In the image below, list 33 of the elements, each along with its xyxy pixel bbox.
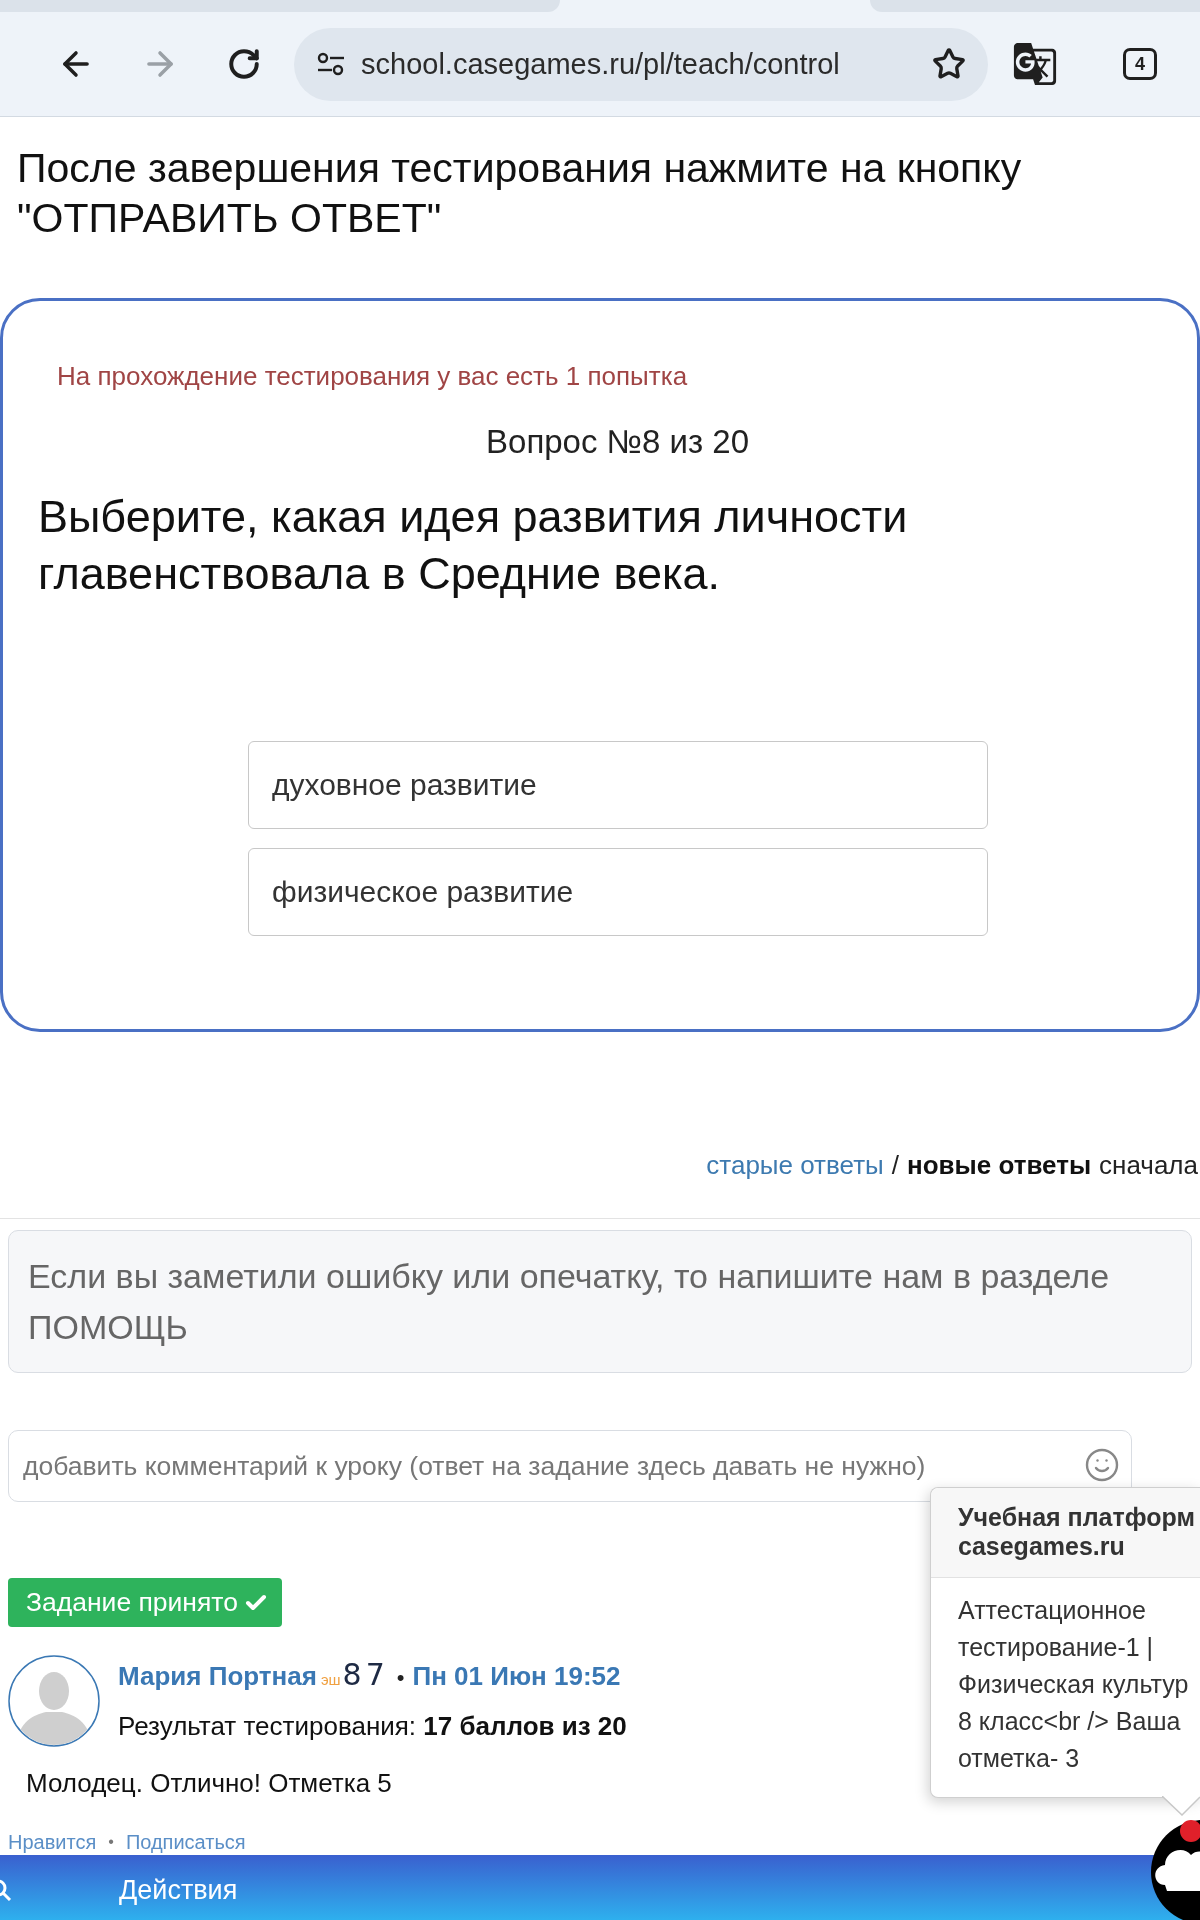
sort-link[interactable]: новые ответы [907, 1150, 1092, 1180]
result-text: Результат тестирования: 17 баллов из 20 [118, 1711, 627, 1741]
tab-count-button[interactable]: 4 [1123, 48, 1157, 80]
sort-link[interactable]: старые ответы [706, 1150, 884, 1180]
smiley-icon[interactable] [1084, 1447, 1120, 1483]
separator-dot-text: • [396, 1664, 405, 1692]
comment-input-field[interactable]: добавить комментарий к уроку (ответ на задание здесь давать не нужно) [8, 1430, 1132, 1502]
separator-text: / [891, 1150, 899, 1180]
question-text: Выберите, какая идея развития личности главенствовала в Средние века. [38, 490, 909, 601]
translate-icon[interactable] [1012, 41, 1058, 87]
url-text[interactable]: school.casegames.ru/pl/teach/control [361, 47, 840, 81]
instruction-text: После завершения тестирования нажмите на кнопку "ОТПРАВИТЬ ОТВЕТ" [16, 144, 1023, 243]
answer-option[interactable]: духовное развитие [248, 741, 988, 829]
answer-option[interactable]: физическое развитие [248, 848, 988, 936]
reload-icon [227, 47, 261, 81]
user-avatar-icon [8, 1655, 100, 1747]
bookmark-star-icon[interactable] [932, 47, 966, 81]
sort-suffix-text: сначала [1099, 1150, 1198, 1180]
question-counter: Вопрос №8 из 20 [486, 424, 749, 460]
site-settings-icon[interactable] [317, 52, 345, 76]
notice-box: Если вы заметили ошибку или опечатку, то напишите нам в разделе ПОМОЩЬ [8, 1230, 1192, 1373]
notification-body: Аттестационное тестирование-1 | Физическая культур 8 класс<br /> Ваша отметка- 3 [957, 1595, 1190, 1774]
notification-title: Учебная платформ casegames.ru [931, 1488, 1200, 1578]
status-text: Задание принято [26, 1587, 238, 1618]
attempts-note: На прохождение тестирования у вас есть 1 попытка [57, 361, 688, 391]
date-link[interactable]: Пн 01 Июн 19:52 [412, 1661, 621, 1691]
rank-number-text: 87 [342, 1660, 389, 1690]
separator-dot-text: • [108, 1832, 114, 1852]
rank-prefix-text: эш [320, 1670, 341, 1690]
author-name-link[interactable]: Мария Портная [118, 1661, 317, 1691]
comment-text: Молодец. Отлично! Отметка 5 [26, 1768, 392, 1798]
address-bar[interactable]: school.casegames.ru/pl/teach/control [294, 27, 988, 101]
search-icon[interactable] [0, 1879, 12, 1901]
